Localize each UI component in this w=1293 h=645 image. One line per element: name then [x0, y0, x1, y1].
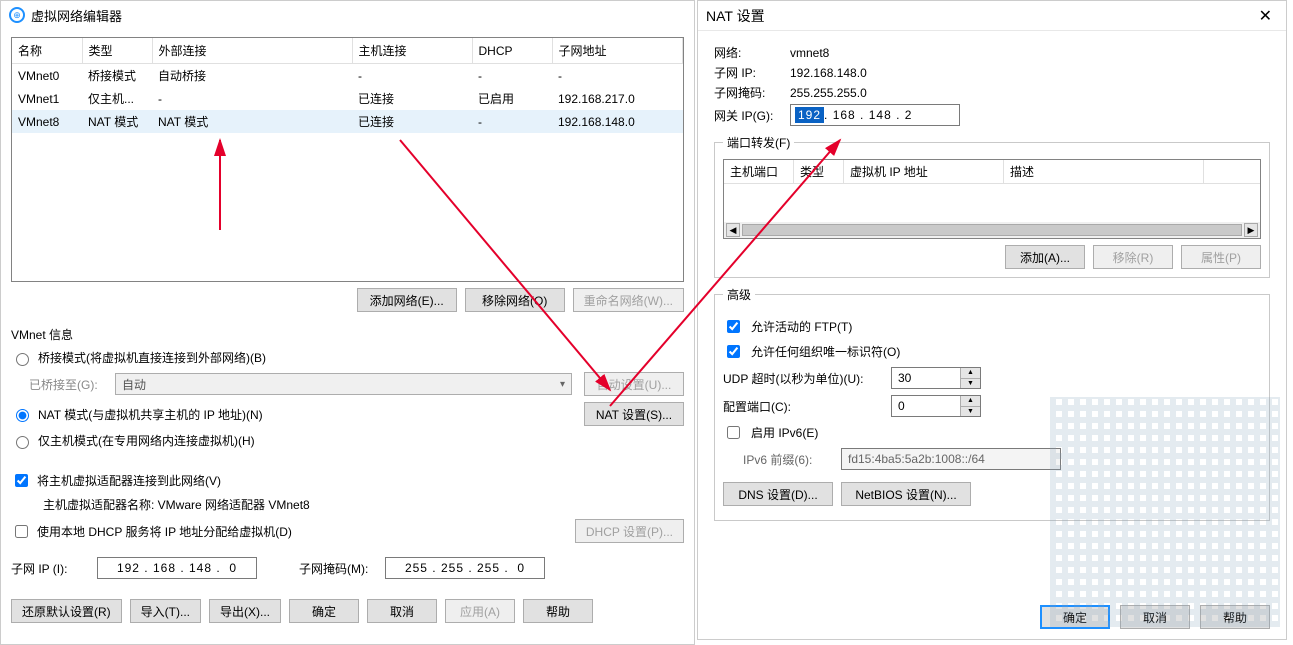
vne-titlebar: ⊕ 虚拟网络编辑器	[1, 1, 694, 29]
nat-cancel-button[interactable]: 取消	[1120, 605, 1190, 629]
spin-down-icon[interactable]: ▼	[961, 407, 980, 417]
radio-bridge-label: 桥接模式(将虚拟机直接连接到外部网络)(B)	[38, 349, 266, 366]
subnet-ip-input[interactable]	[97, 557, 257, 579]
table-row[interactable]: VMnet0 桥接模式 自动桥接 - - -	[12, 64, 683, 88]
subnet-ip-label: 子网 IP (I):	[11, 560, 91, 577]
close-icon[interactable]: ✕	[1253, 6, 1278, 26]
radio-nat[interactable]	[16, 409, 29, 422]
subnet-mask-input[interactable]	[385, 557, 545, 579]
rename-network-button: 重命名网络(W)...	[573, 288, 684, 312]
radio-hostonly[interactable]	[16, 436, 29, 449]
check-use-dhcp[interactable]	[15, 525, 28, 538]
virtual-network-editor-window: ⊕ 虚拟网络编辑器 名称 类型 外部连接 主机连接 DHCP 子网地址	[0, 0, 695, 645]
spin-up-icon[interactable]: ▲	[961, 396, 980, 407]
nat-mask-label: 子网掩码:	[714, 84, 780, 101]
bridge-to-value: 自动	[122, 376, 146, 393]
check-enable-ipv6-label: 启用 IPv6(E)	[751, 424, 818, 441]
restore-defaults-button[interactable]: 还原默认设置(R)	[11, 599, 122, 623]
scroll-right-icon[interactable]: ▶	[1244, 223, 1258, 237]
subnet-mask-label: 子网掩码(M):	[299, 560, 379, 577]
check-any-oui[interactable]	[727, 345, 740, 358]
config-port-label: 配置端口(C):	[723, 398, 883, 415]
advanced-title: 高级	[723, 286, 755, 303]
radio-nat-label: NAT 模式(与虚拟机共享主机的 IP 地址)(N)	[38, 406, 263, 423]
auto-settings-button: 自动设置(U)...	[584, 372, 684, 396]
nat-help-button[interactable]: 帮助	[1200, 605, 1270, 629]
nat-subnet-value: 192.168.148.0	[790, 66, 867, 80]
scroll-left-icon[interactable]: ◀	[726, 223, 740, 237]
pf-add-button[interactable]: 添加(A)...	[1005, 245, 1085, 269]
config-port-input[interactable]	[892, 396, 960, 416]
bridge-to-select: 自动 ▾	[115, 373, 572, 395]
col-dhcp[interactable]: DHCP	[472, 38, 552, 64]
config-port-spinner[interactable]: ▲ ▼	[891, 395, 981, 417]
vne-title: 虚拟网络编辑器	[31, 6, 122, 25]
export-button[interactable]: 导出(X)...	[209, 599, 281, 623]
check-connect-adapter[interactable]	[15, 474, 28, 487]
udp-timeout-label: UDP 超时(以秒为单位)(U):	[723, 370, 883, 387]
col-name[interactable]: 名称	[12, 38, 82, 64]
gateway-ip-selected-octet: 192	[795, 107, 824, 123]
table-row-selected[interactable]: VMnet8 NAT 模式 NAT 模式 已连接 - 192.168.148.0	[12, 110, 683, 133]
nat-settings-button[interactable]: NAT 设置(S)...	[584, 402, 684, 426]
pf-col-type[interactable]: 类型	[794, 160, 844, 183]
network-label: 网络:	[714, 44, 780, 61]
netbios-settings-button[interactable]: NetBIOS 设置(N)...	[841, 482, 971, 506]
nat-settings-window: NAT 设置 ✕ 网络: vmnet8 子网 IP: 192.168.148.0…	[697, 0, 1287, 640]
add-network-button[interactable]: 添加网络(E)...	[357, 288, 457, 312]
apply-button: 应用(A)	[445, 599, 515, 623]
vmnet-info-title: VMnet 信息	[11, 326, 684, 343]
port-forwarding-title: 端口转发(F)	[723, 134, 794, 151]
check-use-dhcp-label: 使用本地 DHCP 服务将 IP 地址分配给虚拟机(D)	[37, 523, 292, 540]
gateway-ip-rest: . 168 . 148 . 2	[824, 108, 912, 122]
adapter-name-label: 主机虚拟适配器名称: VMware 网络适配器 VMnet8	[43, 496, 684, 513]
cancel-button[interactable]: 取消	[367, 599, 437, 623]
app-logo-icon: ⊕	[9, 7, 25, 23]
pf-col-vmip[interactable]: 虚拟机 IP 地址	[844, 160, 1004, 183]
network-table[interactable]: 名称 类型 外部连接 主机连接 DHCP 子网地址 VMnet0 桥接模式 自动…	[11, 37, 684, 282]
nat-ok-button[interactable]: 确定	[1040, 605, 1110, 629]
table-row[interactable]: VMnet1 仅主机... - 已连接 已启用 192.168.217.0	[12, 87, 683, 110]
nat-mask-value: 255.255.255.0	[790, 86, 867, 100]
check-enable-ipv6[interactable]	[727, 426, 740, 439]
gateway-ip-label: 网关 IP(G):	[714, 107, 780, 124]
nat-title: NAT 设置	[706, 6, 765, 26]
bridge-to-label: 已桥接至(G):	[29, 376, 109, 393]
dns-settings-button[interactable]: DNS 设置(D)...	[723, 482, 833, 506]
import-button[interactable]: 导入(T)...	[130, 599, 201, 623]
remove-network-button[interactable]: 移除网络(O)	[465, 288, 565, 312]
pf-props-button: 属性(P)	[1181, 245, 1261, 269]
nat-subnet-label: 子网 IP:	[714, 64, 780, 81]
col-host[interactable]: 主机连接	[352, 38, 472, 64]
port-forwarding-table[interactable]: 主机端口 类型 虚拟机 IP 地址 描述 ◀ ▶	[723, 159, 1261, 239]
col-subnet[interactable]: 子网地址	[552, 38, 683, 64]
check-any-oui-label: 允许任何组织唯一标识符(O)	[751, 343, 900, 360]
check-active-ftp-label: 允许活动的 FTP(T)	[751, 318, 852, 335]
pf-col-desc[interactable]: 描述	[1004, 160, 1204, 183]
col-type[interactable]: 类型	[82, 38, 152, 64]
port-forwarding-group: 端口转发(F) 主机端口 类型 虚拟机 IP 地址 描述 ◀ ▶ 添加(A)..…	[714, 134, 1270, 278]
ipv6-prefix-input	[841, 448, 1061, 470]
horizontal-scrollbar[interactable]: ◀ ▶	[724, 222, 1260, 238]
chevron-down-icon: ▾	[560, 379, 565, 390]
scrollbar-thumb[interactable]	[742, 224, 1242, 236]
ipv6-prefix-label: IPv6 前缀(6):	[743, 451, 833, 468]
radio-hostonly-label: 仅主机模式(在专用网络内连接虚拟机)(H)	[38, 432, 255, 449]
udp-timeout-spinner[interactable]: ▲ ▼	[891, 367, 981, 389]
pf-col-hostport[interactable]: 主机端口	[724, 160, 794, 183]
col-external[interactable]: 外部连接	[152, 38, 352, 64]
spin-down-icon[interactable]: ▼	[961, 379, 980, 389]
ok-button[interactable]: 确定	[289, 599, 359, 623]
network-value: vmnet8	[790, 46, 829, 60]
advanced-group: 高级 允许活动的 FTP(T) 允许任何组织唯一标识符(O) UDP 超时(以秒…	[714, 286, 1270, 521]
spin-up-icon[interactable]: ▲	[961, 368, 980, 379]
gateway-ip-input[interactable]: 192 . 168 . 148 . 2	[790, 104, 960, 126]
dhcp-settings-button: DHCP 设置(P)...	[575, 519, 684, 543]
radio-bridge[interactable]	[16, 353, 29, 366]
udp-timeout-input[interactable]	[892, 368, 960, 388]
check-active-ftp[interactable]	[727, 320, 740, 333]
pf-remove-button: 移除(R)	[1093, 245, 1173, 269]
check-connect-adapter-label: 将主机虚拟适配器连接到此网络(V)	[37, 472, 221, 489]
help-button[interactable]: 帮助	[523, 599, 593, 623]
